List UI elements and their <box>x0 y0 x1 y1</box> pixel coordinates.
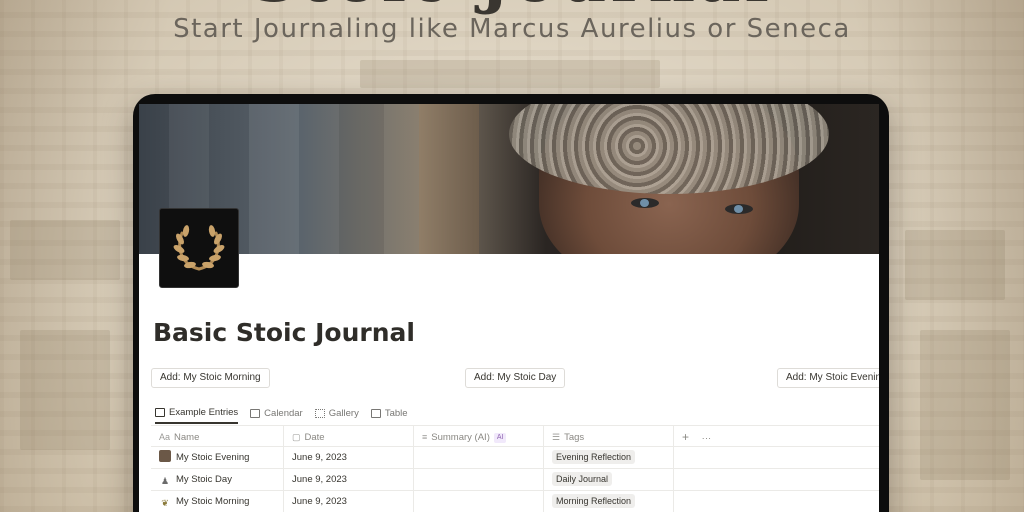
table-header: Aa Name ▢ Date ≡ Summary (AI) AI ☰ Tags + ··· <box>151 425 879 448</box>
eye-icon <box>725 204 753 214</box>
notion-page: Basic Stoic Journal Add: My Stoic Mornin… <box>139 104 879 512</box>
eye-icon <box>631 198 659 208</box>
tab-calendar[interactable]: Calendar <box>250 402 303 424</box>
add-column-controls: + ··· <box>674 426 734 448</box>
table-row[interactable]: ♟ My Stoic Day June 9, 2023 Daily Journal <box>151 469 879 491</box>
add-day-button[interactable]: Add: My Stoic Day <box>465 368 566 388</box>
ai-badge: AI <box>493 433 507 443</box>
laurel-wreath-icon[interactable] <box>159 208 239 288</box>
table-row[interactable]: My Stoic Evening June 9, 2023 Evening Re… <box>151 447 879 469</box>
tab-example-entries[interactable]: Example Entries <box>155 402 239 424</box>
list-icon: ☰ <box>552 432 561 442</box>
text-icon: Aa <box>159 432 171 442</box>
view-tabs: Example Entries Calendar Gallery Table <box>155 402 408 424</box>
column-name[interactable]: Aa Name <box>151 426 284 448</box>
add-morning-button[interactable]: Add: My Stoic Morning <box>151 368 270 388</box>
list-icon: ≡ <box>422 432 428 442</box>
tab-gallery[interactable]: Gallery <box>314 402 359 424</box>
calendar-icon <box>250 408 261 418</box>
table-row[interactable]: ❦ My Stoic Morning June 9, 2023 Morning R… <box>151 491 879 512</box>
tag-badge: Evening Reflection <box>552 450 636 464</box>
add-column-button[interactable]: + <box>682 430 689 444</box>
laurel-icon: ❦ <box>161 498 169 508</box>
tab-table[interactable]: Table <box>370 402 408 424</box>
table-icon <box>370 408 381 418</box>
cover-image <box>139 104 879 254</box>
column-summary[interactable]: ≡ Summary (AI) AI <box>414 426 544 448</box>
column-date[interactable]: ▢ Date <box>284 426 414 448</box>
tag-badge: Morning Reflection <box>552 494 636 508</box>
page-title: Basic Stoic Journal <box>153 318 415 347</box>
tag-badge: Daily Journal <box>552 472 613 486</box>
add-evening-button[interactable]: Add: My Stoic Evening <box>777 368 879 388</box>
hero-subtitle: Start Journaling like Marcus Aurelius or… <box>173 14 851 44</box>
gallery-icon <box>314 408 325 418</box>
calendar-icon: ▢ <box>292 432 301 442</box>
hero-title: Stoic Journal <box>0 0 1024 12</box>
entries-table: Aa Name ▢ Date ≡ Summary (AI) AI ☰ Tags + ···… <box>151 425 879 512</box>
table-icon <box>155 407 165 417</box>
portrait-icon <box>159 450 171 462</box>
more-options-button[interactable]: ··· <box>702 433 712 444</box>
column-tags[interactable]: ☰ Tags <box>544 426 674 448</box>
statue-icon: ♟ <box>160 476 170 486</box>
